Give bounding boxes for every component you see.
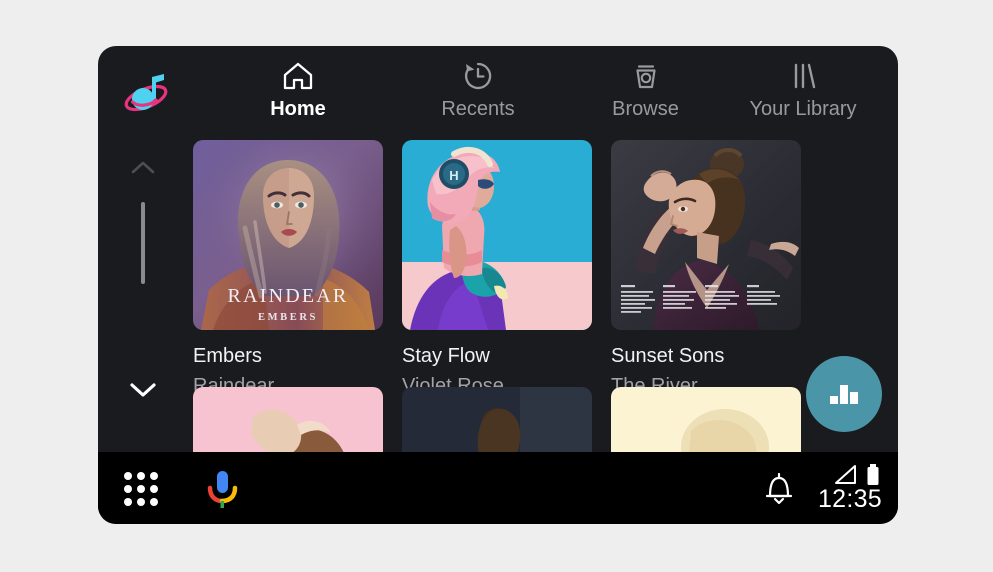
album-card[interactable]: H Stay Flow Violet Rose <box>402 140 592 398</box>
nav-label-your-library: Your Library <box>749 98 857 120</box>
scrollbar[interactable] <box>125 146 161 456</box>
album-art-pink-hair-headphones[interactable]: H <box>402 140 592 330</box>
album-art-overlay-subtitle: EMBERS <box>258 312 318 323</box>
album-art-navy-background[interactable] <box>402 387 592 452</box>
top-navigation-bar: Home Recents Browse Your Library <box>98 46 898 134</box>
album-title: Embers <box>193 345 262 367</box>
album-card[interactable]: RAINDEAR EMBERS Embers Raindear <box>193 140 383 398</box>
chevron-up-icon[interactable] <box>129 158 157 178</box>
app-grid-icon[interactable] <box>124 472 158 506</box>
equalizer-fab[interactable] <box>806 356 882 432</box>
album-card[interactable]: Sunset Sons The River <box>611 140 801 398</box>
music-note-orbit-logo[interactable] <box>118 66 174 118</box>
scrollbar-thumb[interactable] <box>141 202 145 284</box>
album-art-cream-background[interactable] <box>611 387 801 452</box>
chevron-down-icon[interactable] <box>127 378 159 400</box>
system-navigation-bar: 12:35 <box>98 452 898 524</box>
status-icons <box>834 464 880 486</box>
album-title: Sunset Sons <box>611 345 725 367</box>
equalizer-icon <box>830 385 858 404</box>
nav-label-home: Home <box>270 98 326 120</box>
nav-label-recents: Recents <box>441 98 515 120</box>
assistant-mic-icon[interactable] <box>202 468 242 510</box>
device-panel: Home Recents Browse Your Library RAINDEA… <box>98 46 898 524</box>
album-art-raindear-embers[interactable]: RAINDEAR EMBERS <box>193 140 383 330</box>
nav-item-home[interactable]: Home <box>238 60 358 128</box>
album-card[interactable] <box>193 387 383 452</box>
status-cluster: 12:35 <box>766 462 882 518</box>
album-title: Stay Flow <box>402 345 490 367</box>
library-bars-icon <box>703 60 898 92</box>
album-art-overlay-title: RAINDEAR <box>228 285 349 307</box>
svg-text:H: H <box>449 168 458 183</box>
history-icon <box>398 60 558 92</box>
album-card[interactable] <box>402 387 592 452</box>
album-art-dark-portrait[interactable] <box>611 140 801 330</box>
album-grid: RAINDEAR EMBERS Embers Raindear H Stay F… <box>193 140 898 452</box>
signal-triangle-icon <box>835 465 856 484</box>
album-card[interactable] <box>611 387 801 452</box>
home-icon <box>238 60 358 92</box>
nav-item-recents[interactable]: Recents <box>398 60 558 128</box>
nav-item-your-library[interactable]: Your Library <box>703 60 898 128</box>
album-art-pink-background[interactable] <box>193 387 383 452</box>
clock: 12:35 <box>817 485 882 513</box>
